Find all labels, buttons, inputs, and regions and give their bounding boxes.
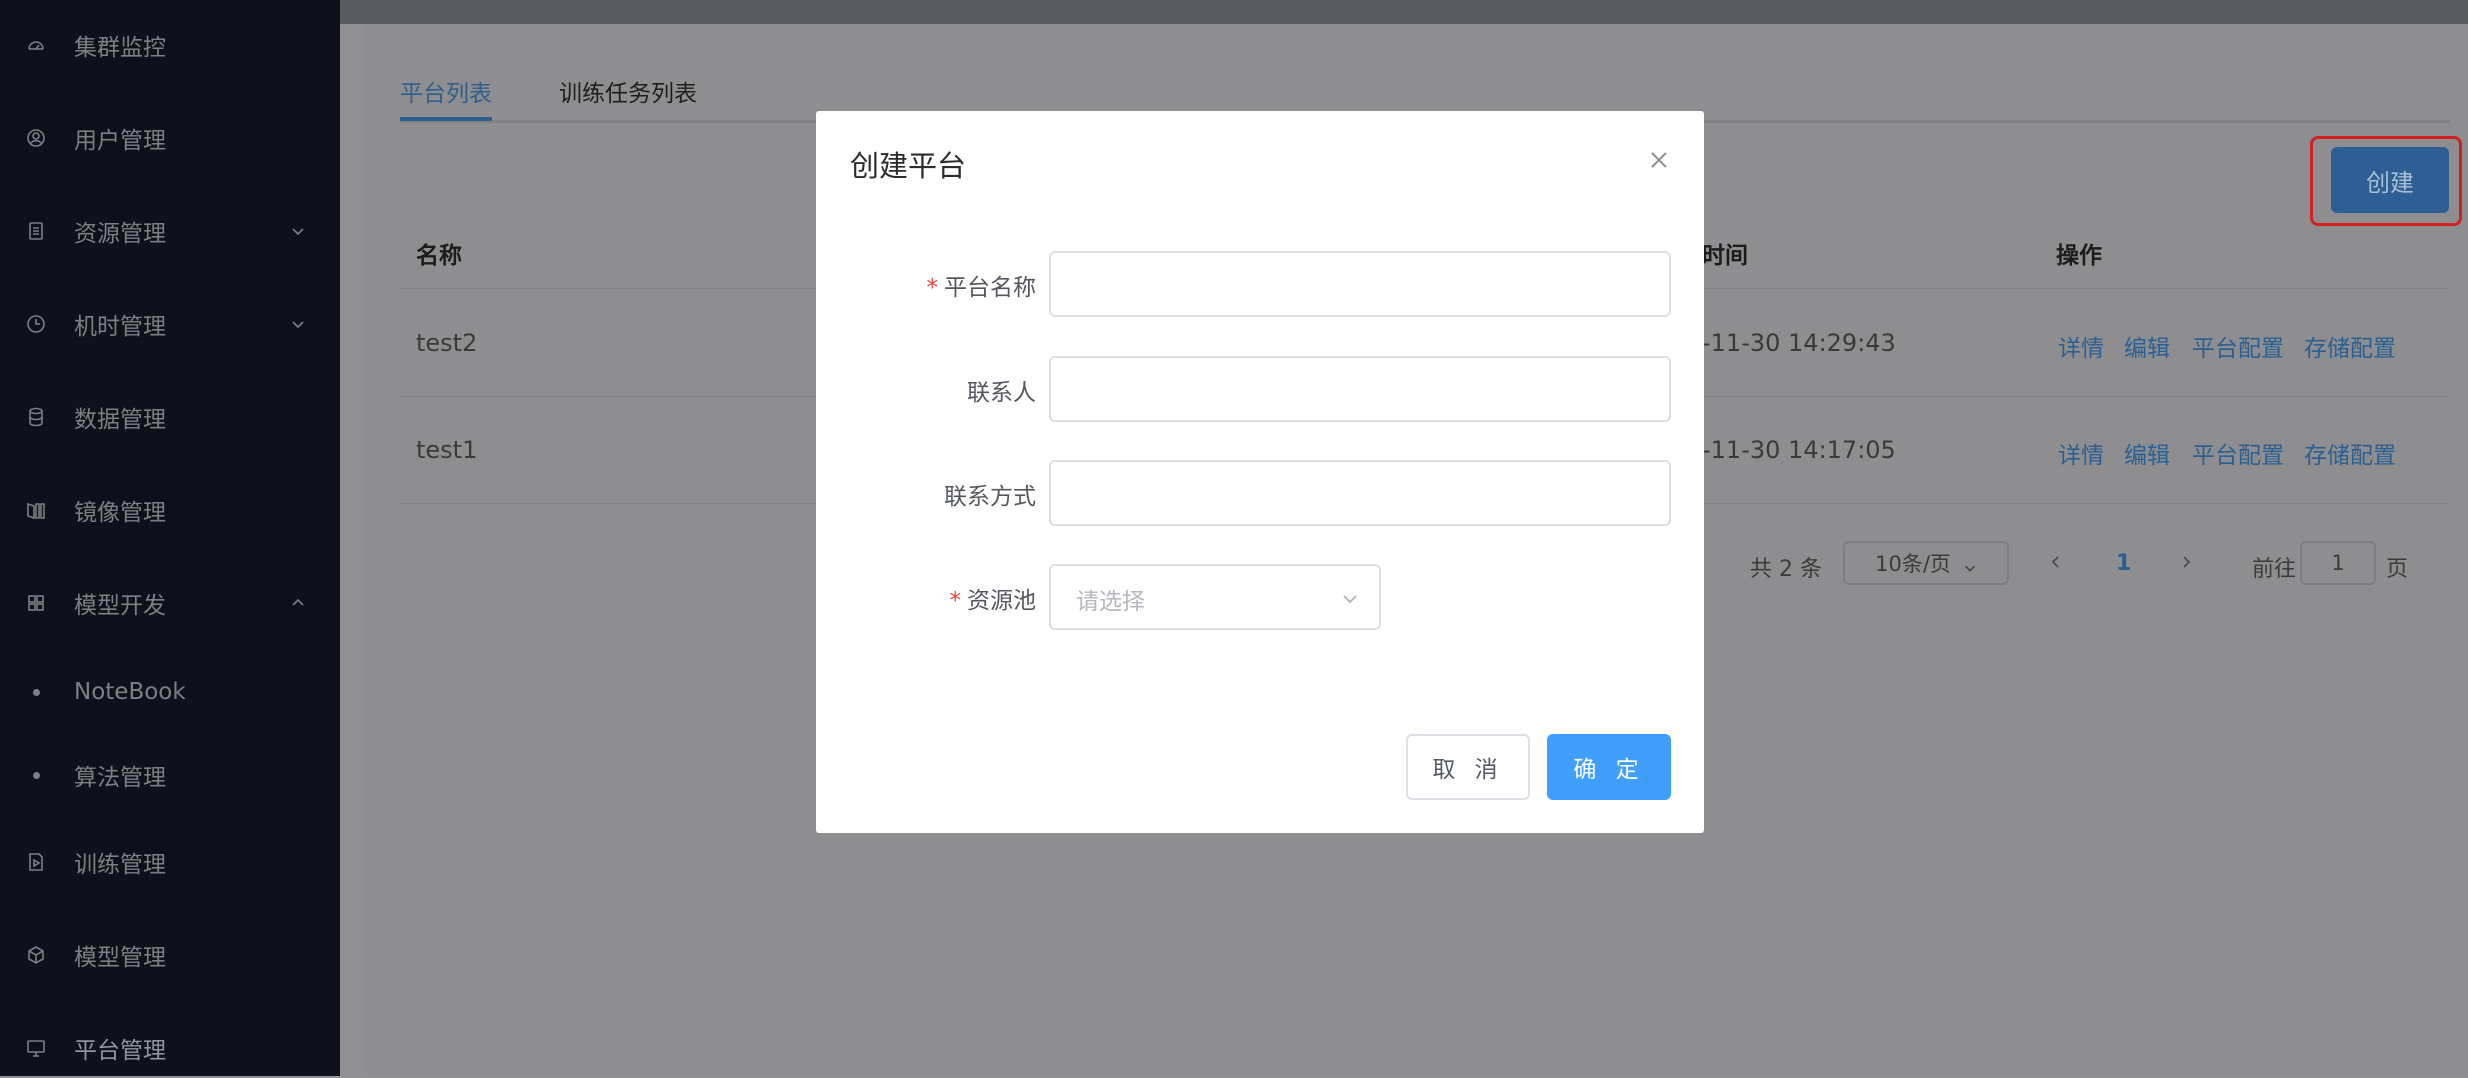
dashboard-icon bbox=[26, 35, 46, 55]
bullet-dot-icon bbox=[33, 688, 40, 696]
platform-config-link[interactable]: 平台配置 bbox=[2192, 329, 2284, 363]
chevron-down-icon bbox=[1963, 556, 1977, 572]
sidebar-item-label: 平台管理 bbox=[74, 1038, 166, 1064]
sidebar-item-training-management[interactable]: 训练管理 bbox=[0, 832, 340, 892]
sidebar-item-label: 模型开发 bbox=[74, 593, 166, 619]
sidebar-item-platform-management[interactable]: 平台管理 bbox=[0, 1018, 340, 1078]
column-header-actions: 操作 bbox=[2056, 243, 2102, 269]
sidebar-item-label: 模型管理 bbox=[74, 945, 166, 971]
detail-link[interactable]: 详情 bbox=[2058, 436, 2104, 470]
grid-icon bbox=[26, 593, 46, 613]
edit-link[interactable]: 编辑 bbox=[2124, 436, 2170, 470]
dialog-title: 创建平台 bbox=[850, 149, 967, 183]
resource-pool-placeholder: 请选择 bbox=[1076, 589, 1145, 615]
sidebar: 集群监控 用户管理 资源管理 机时管理 数据管理 镜像管理 模型开发 NoteB… bbox=[0, 0, 340, 1076]
cell-name: test2 bbox=[416, 329, 478, 357]
sidebar-item-machine-time[interactable]: 机时管理 bbox=[0, 294, 340, 354]
sidebar-item-user-management[interactable]: 用户管理 bbox=[0, 108, 340, 168]
contact-method-input[interactable] bbox=[1049, 460, 1671, 526]
prev-page-icon[interactable] bbox=[2048, 554, 2064, 570]
sidebar-item-data-management[interactable]: 数据管理 bbox=[0, 387, 340, 447]
sidebar-item-label: 机时管理 bbox=[74, 314, 166, 340]
goto-page-value: 1 bbox=[2331, 551, 2345, 575]
sidebar-item-image-management[interactable]: 镜像管理 bbox=[0, 480, 340, 540]
contact-method-label: 联系方式 bbox=[944, 484, 1036, 510]
column-header-time: 时间 bbox=[1702, 243, 1748, 269]
sidebar-item-label: 资源管理 bbox=[74, 221, 166, 247]
tab-platform-list[interactable]: 平台列表 bbox=[400, 74, 492, 108]
tab-training-task-list[interactable]: 训练任务列表 bbox=[559, 74, 697, 108]
create-button[interactable]: 创建 bbox=[2331, 147, 2449, 213]
cell-time: -11-30 14:17:05 bbox=[1702, 436, 1896, 464]
goto-page-input[interactable]: 1 bbox=[2300, 541, 2376, 585]
resource-pool-label: * 资源池 bbox=[816, 581, 1037, 615]
storage-config-link[interactable]: 存储配置 bbox=[2304, 329, 2396, 363]
file-play-icon bbox=[26, 852, 46, 872]
sidebar-item-label: 集群监控 bbox=[74, 35, 166, 61]
sidebar-item-label: 用户管理 bbox=[74, 128, 166, 154]
goto-label: 前往 bbox=[2252, 557, 2297, 582]
platform-name-label: * 平台名称 bbox=[816, 268, 1037, 302]
cancel-button[interactable]: 取 消 bbox=[1406, 734, 1530, 800]
pagination-total: 共 2 条 bbox=[1750, 557, 1822, 582]
contact-person-label: 联系人 bbox=[967, 380, 1036, 406]
storage-config-link[interactable]: 存储配置 bbox=[2304, 436, 2396, 470]
required-mark: * bbox=[949, 588, 962, 614]
bullet-dot-icon bbox=[33, 771, 40, 779]
chevron-down-icon bbox=[290, 316, 306, 332]
cube-icon bbox=[26, 945, 46, 965]
database-icon bbox=[26, 407, 46, 427]
chevron-down-icon bbox=[1341, 590, 1359, 608]
clock-icon bbox=[26, 314, 46, 334]
active-tab-indicator bbox=[400, 117, 492, 121]
sidebar-item-model-development[interactable]: 模型开发 bbox=[0, 573, 340, 633]
confirm-button[interactable]: 确 定 bbox=[1547, 734, 1671, 800]
cell-name: test1 bbox=[416, 436, 478, 464]
book-icon bbox=[26, 500, 46, 520]
platform-name-label-text: 平台名称 bbox=[944, 275, 1036, 301]
platform-name-input[interactable] bbox=[1049, 251, 1671, 317]
resource-pool-label-text: 资源池 bbox=[967, 588, 1036, 614]
page-suffix: 页 bbox=[2386, 557, 2409, 582]
create-platform-dialog: 创建平台 * 平台名称 联系人 联系方式 * 资源池 请选择 取 消 确 定 bbox=[816, 111, 1704, 833]
sidebar-item-cluster-monitor[interactable]: 集群监控 bbox=[0, 15, 340, 75]
chevron-up-icon bbox=[290, 595, 306, 611]
detail-link[interactable]: 详情 bbox=[2058, 329, 2104, 363]
sidebar-item-model-management[interactable]: 模型管理 bbox=[0, 925, 340, 985]
sidebar-item-label: 训练管理 bbox=[74, 852, 166, 878]
cell-time: -11-30 14:29:43 bbox=[1702, 329, 1896, 357]
sidebar-item-notebook[interactable]: NoteBook bbox=[0, 662, 340, 722]
contact-person-input[interactable] bbox=[1049, 356, 1671, 422]
current-page-number[interactable]: 1 bbox=[2116, 551, 2131, 576]
page-size-select[interactable]: 10条/页 bbox=[1843, 541, 2009, 585]
chevron-down-icon bbox=[290, 223, 306, 239]
document-icon bbox=[26, 221, 46, 241]
next-page-icon[interactable] bbox=[2178, 554, 2194, 570]
edit-link[interactable]: 编辑 bbox=[2124, 329, 2170, 363]
monitor-icon bbox=[26, 1038, 46, 1058]
sidebar-item-algorithm-management[interactable]: 算法管理 bbox=[0, 745, 340, 805]
required-mark: * bbox=[926, 275, 939, 301]
user-circle-icon bbox=[26, 128, 46, 148]
sidebar-item-label: 数据管理 bbox=[74, 407, 166, 433]
platform-config-link[interactable]: 平台配置 bbox=[2192, 436, 2284, 470]
sidebar-item-resource-management[interactable]: 资源管理 bbox=[0, 201, 340, 261]
sidebar-item-label: NoteBook bbox=[74, 679, 186, 705]
sidebar-item-label: 算法管理 bbox=[74, 765, 166, 791]
top-header-bar bbox=[340, 0, 2468, 24]
sidebar-item-label: 镜像管理 bbox=[74, 500, 166, 526]
page-size-value: 10条/页 bbox=[1875, 552, 1951, 576]
resource-pool-select[interactable]: 请选择 bbox=[1049, 564, 1381, 630]
column-header-name: 名称 bbox=[416, 243, 462, 269]
close-icon[interactable] bbox=[1646, 147, 1672, 173]
